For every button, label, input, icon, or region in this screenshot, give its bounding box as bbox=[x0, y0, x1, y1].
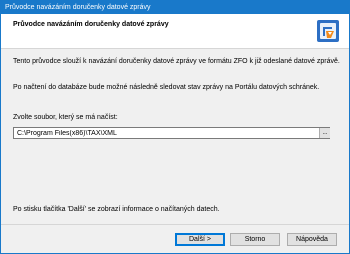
cancel-button-label: Storno bbox=[244, 236, 266, 243]
next-button-label: Další > bbox=[189, 236, 211, 243]
file-label: Zvolte soubor, který se má načíst: bbox=[13, 114, 118, 121]
browse-button[interactable]: ... bbox=[319, 128, 330, 138]
footer-separator bbox=[1, 224, 349, 225]
title-bar: Průvodce navázáním doručenky datové zprá… bbox=[1, 1, 349, 14]
help-button[interactable]: Nápověda bbox=[287, 233, 337, 246]
footer-note: Po stisku tlačítka 'Další' se zobrazí in… bbox=[13, 206, 220, 213]
wizard-window: Průvodce navázáním doručenky datové zprá… bbox=[0, 0, 350, 254]
next-button[interactable]: Další > bbox=[175, 233, 225, 246]
wizard-header: Průvodce navázáním doručenky datové zprá… bbox=[1, 14, 349, 49]
info-text: Po načtení do databáze bude možné násled… bbox=[13, 84, 320, 91]
intro-text: Tento průvodce slouží k navázání doručen… bbox=[13, 58, 340, 65]
header-title: Průvodce navázáním doručenky datové zprá… bbox=[13, 21, 169, 28]
cancel-button[interactable]: Storno bbox=[230, 233, 280, 246]
file-path-input[interactable] bbox=[13, 127, 330, 139]
browse-button-label: ... bbox=[322, 130, 328, 136]
window-title: Průvodce navázáním doručenky datové zprá… bbox=[5, 4, 151, 11]
help-button-label: Nápověda bbox=[296, 236, 328, 243]
wizard-icon bbox=[317, 20, 339, 42]
